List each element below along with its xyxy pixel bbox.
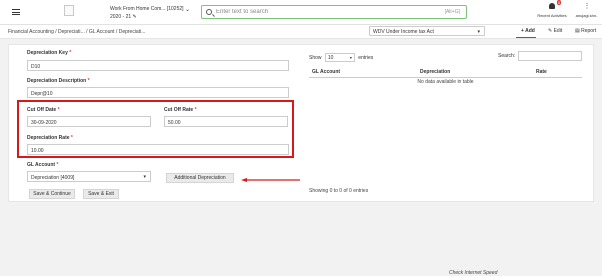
notification-badge: 0 <box>557 0 562 5</box>
depreciation-description-field[interactable]: Depr@10 <box>27 87 289 98</box>
global-search[interactable]: [Alt+G] <box>201 5 467 19</box>
bell-icon: 0 <box>549 0 562 9</box>
red-arrow-annotation <box>241 178 300 182</box>
column-header[interactable]: Rate <box>533 67 582 78</box>
edit-icon[interactable]: ✎ <box>133 14 137 20</box>
gl-account-select[interactable]: Depreciation [4009] ▾ <box>27 171 151 182</box>
user-name: anujagi.shn.. <box>575 13 599 18</box>
report-button[interactable]: ▤ Report <box>575 28 596 34</box>
depreciation-form-card: Depreciation Key * D10 Depreciation Desc… <box>8 44 594 202</box>
sub-toolbar: Financial Accounting / Depreciati... / G… <box>0 25 602 39</box>
company-name: Work From Home Com... [10252] <box>110 6 184 12</box>
table-search-label: Search: <box>498 53 516 59</box>
depreciation-key-field[interactable]: D10 <box>27 60 289 71</box>
company-logo <box>64 5 74 16</box>
depreciation-table: GL Account Depreciation Rate No data ava… <box>309 67 582 87</box>
chevron-down-icon: ▾ <box>349 55 352 60</box>
breadcrumb: Financial Accounting / Depreciati... / G… <box>8 29 146 35</box>
gl-account-label: GL Account * <box>27 162 59 168</box>
save-continue-button[interactable]: Save & Continue <box>29 189 75 199</box>
page-size-select[interactable]: 10 ▾ <box>324 53 355 62</box>
column-header[interactable]: GL Account <box>309 67 417 78</box>
cutoff-date-label: Cut Off Date * <box>27 107 60 113</box>
depreciation-method-select[interactable]: WDV Under Income tax Act ▾ <box>369 26 485 36</box>
recent-activities[interactable]: 0 Recent Activities <box>534 0 570 18</box>
add-button[interactable]: + Add <box>516 28 536 38</box>
chevron-down-icon[interactable]: ⌄ <box>185 6 190 14</box>
page-size-control: Show 10 ▾ entries <box>309 53 374 62</box>
empty-table-message: No data available in table <box>417 79 474 86</box>
user-menu[interactable]: ⋮ anujagi.shn.. <box>573 3 601 18</box>
search-input[interactable] <box>216 7 416 17</box>
depreciation-key-label: Depreciation Key * <box>27 50 72 56</box>
cutoff-rate-label: Cut Off Rate * <box>164 107 197 113</box>
depreciation-method-value: WDV Under Income tax Act <box>373 29 434 35</box>
additional-depreciation-button[interactable]: Additional Depreciation <box>166 173 234 183</box>
gl-account-value: Depreciation [4009] <box>31 175 75 181</box>
depreciation-rate-label: Depreciation Rate * <box>27 135 73 141</box>
search-shortcut-hint: [Alt+G] <box>444 9 460 15</box>
save-exit-button[interactable]: Save & Exit <box>83 189 119 199</box>
edit-icon: ✎ <box>548 28 553 34</box>
depreciation-description-label: Depreciation Description * <box>27 78 90 84</box>
column-header[interactable]: Depreciation <box>417 67 533 78</box>
financial-year: 2020 - 21 ✎ <box>110 14 137 20</box>
plus-icon: + <box>521 28 524 34</box>
recent-activities-label: Recent Activities <box>537 13 567 18</box>
menu-icon[interactable] <box>12 9 20 15</box>
edit-button[interactable]: ✎ Edit <box>548 28 562 34</box>
table-info: Showing 0 to 0 of 0 entries <box>309 188 369 194</box>
chevron-down-icon: ▾ <box>143 174 146 180</box>
chevron-down-icon: ▾ <box>477 29 480 35</box>
search-icon <box>206 9 212 15</box>
top-navbar: Work From Home Com... [10252] 2020 - 21 … <box>0 0 602 25</box>
company-selector[interactable]: Work From Home Com... [10252] 2020 - 21 … <box>110 5 190 21</box>
document-icon: ▤ <box>575 28 580 34</box>
internet-speed-link[interactable]: Check Internet Speed <box>449 270 497 276</box>
table-search-input[interactable] <box>518 51 582 61</box>
more-vertical-icon: ⋮ <box>583 3 591 10</box>
cutoff-date-field[interactable]: 30-09-2020 <box>27 116 151 127</box>
depreciation-rate-field[interactable]: 10.00 <box>27 144 289 155</box>
cutoff-rate-field[interactable]: 50.00 <box>164 116 288 127</box>
